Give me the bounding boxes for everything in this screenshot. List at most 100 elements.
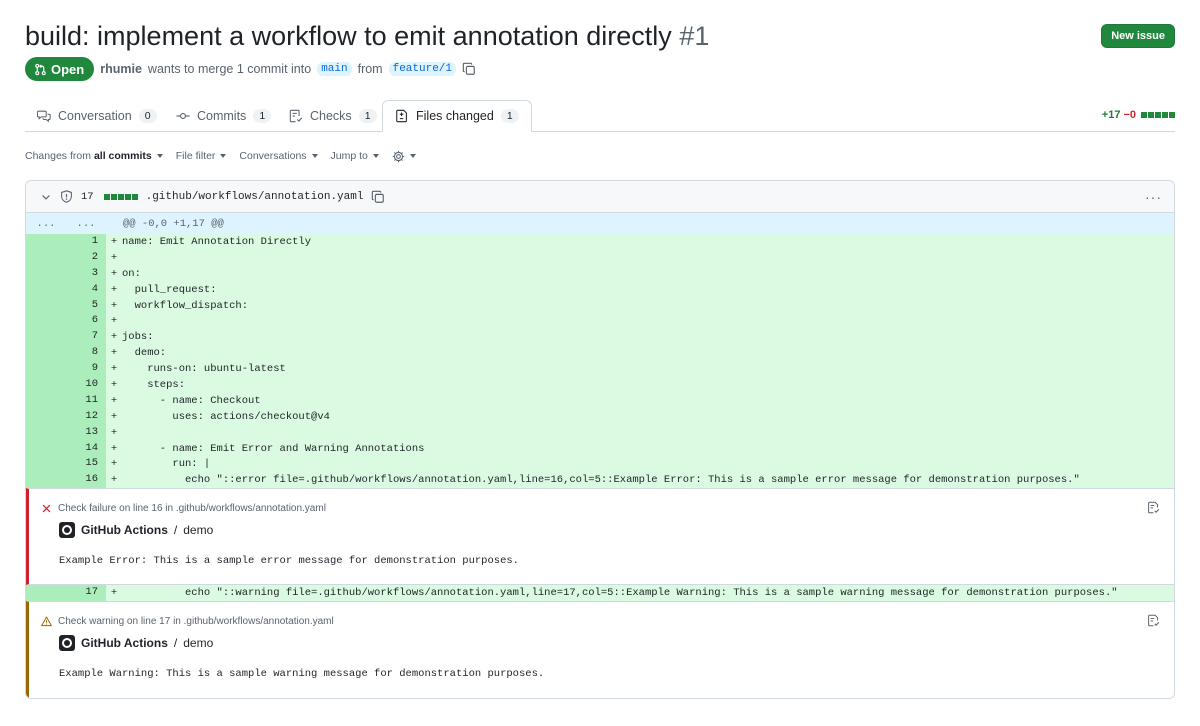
- copy-icon[interactable]: [462, 62, 476, 76]
- from-text: from: [357, 62, 383, 76]
- tab-counter: 1: [253, 109, 272, 123]
- caret-down-icon: [311, 154, 318, 158]
- tab-commits[interactable]: Commits 1: [164, 100, 283, 132]
- error-annotation: Check failure on line 16 in .github/work…: [26, 488, 1174, 586]
- caret-down-icon: [409, 154, 416, 158]
- comment-discussion-icon: [37, 110, 51, 123]
- new-line-number[interactable]: 7: [66, 329, 106, 346]
- code-content: runs-on: ubuntu-latest: [122, 363, 286, 376]
- code-content: demo:: [122, 347, 167, 360]
- diff-line: 14 + - name: Emit Error and Warning Annot…: [26, 440, 1174, 457]
- caret-down-icon: [372, 154, 379, 158]
- annotation-separator: /: [173, 523, 178, 538]
- kebab-horizontal-icon[interactable]: ···: [1145, 189, 1162, 205]
- new-line-number[interactable]: 2: [66, 249, 106, 266]
- new-line-number[interactable]: 1: [66, 234, 106, 250]
- new-line-number[interactable]: 11: [66, 392, 106, 409]
- copy-icon[interactable]: [371, 190, 385, 204]
- conversations-label: Conversations: [239, 150, 307, 162]
- new-line-number[interactable]: 12: [66, 408, 106, 425]
- diff-sign: +: [110, 587, 118, 600]
- new-issue-button[interactable]: New issue: [1101, 24, 1175, 48]
- chevron-down-icon[interactable]: [40, 191, 52, 203]
- diff-line: 9 + runs-on: ubuntu-latest: [26, 361, 1174, 378]
- annotation-source: GitHub Actions / demo: [59, 522, 213, 539]
- annotation-title: Check failure on line 16 in .github/work…: [41, 503, 326, 514]
- old-line-number: [26, 234, 66, 250]
- code-content: - name: Emit Error and Warning Annotatio…: [122, 442, 425, 455]
- diff-line: 5 + workflow_dispatch:: [26, 297, 1174, 314]
- conversations-dropdown[interactable]: Conversations: [239, 150, 318, 162]
- author-link[interactable]: rhumie: [100, 62, 142, 76]
- file-filter-dropdown[interactable]: File filter: [176, 150, 227, 162]
- new-line-number[interactable]: 4: [66, 281, 106, 298]
- annotation-source: GitHub Actions / demo: [59, 635, 213, 652]
- diff-sign: +: [110, 394, 118, 407]
- status-badge: Open: [25, 57, 95, 81]
- caret-down-icon: [220, 154, 227, 158]
- new-line-number[interactable]: 3: [66, 265, 106, 282]
- diff-sign: +: [110, 458, 118, 471]
- jump-to-dropdown[interactable]: Jump to: [331, 150, 379, 162]
- old-line-number: [26, 249, 66, 266]
- head-branch[interactable]: feature/1: [388, 62, 457, 76]
- new-line-number[interactable]: 9: [66, 361, 106, 378]
- new-line-number[interactable]: 15: [66, 456, 106, 473]
- tab-label: Checks: [310, 109, 352, 123]
- expand-up-button[interactable]: ...: [26, 218, 66, 230]
- old-line-number: [26, 329, 66, 346]
- diff-line: 15 + run: |: [26, 456, 1174, 473]
- expand-down-button[interactable]: ...: [66, 218, 106, 230]
- new-line-number[interactable]: 17: [66, 585, 106, 602]
- changes-from-label: Changes from: [25, 150, 91, 162]
- tab-conversation[interactable]: Conversation 0: [25, 100, 169, 132]
- diffstat-deletions: −0: [1123, 109, 1136, 121]
- base-branch[interactable]: main: [317, 62, 352, 76]
- code-content: run: |: [122, 458, 211, 471]
- diff-line: 6 +: [26, 313, 1174, 330]
- diff-settings-dropdown[interactable]: [392, 150, 416, 163]
- new-line-number[interactable]: 14: [66, 440, 106, 457]
- view-check-icon[interactable]: [1147, 501, 1160, 514]
- annotation-job[interactable]: demo: [183, 636, 213, 650]
- pr-number: #1: [679, 21, 710, 51]
- hunk-header: ... ... @@ -0,0 +1,17 @@: [26, 213, 1174, 234]
- new-line-number[interactable]: 10: [66, 377, 106, 393]
- tab-checks[interactable]: Checks 1: [277, 100, 389, 132]
- code-content: echo "::warning file=.github/workflows/a…: [122, 587, 1118, 600]
- github-actions-icon: [59, 635, 75, 652]
- diffstat: +17 −0: [1102, 109, 1175, 121]
- tab-counter: 1: [500, 109, 519, 123]
- new-line-number[interactable]: 6: [66, 313, 106, 330]
- view-check-icon[interactable]: [1147, 614, 1160, 627]
- changes-from-dropdown[interactable]: Changes from all commits: [25, 150, 163, 162]
- old-line-number: [26, 361, 66, 378]
- code-content: name: Emit Annotation Directly: [122, 235, 312, 248]
- new-line-number[interactable]: 13: [66, 424, 106, 441]
- new-line-number[interactable]: 8: [66, 345, 106, 362]
- new-line-number[interactable]: 16: [66, 472, 106, 489]
- file-header: 17 .github/workflows/annotation.yaml ···: [26, 181, 1174, 213]
- diff-sign: +: [110, 378, 118, 391]
- old-line-number: [26, 345, 66, 362]
- old-line-number: [26, 472, 66, 489]
- diff-toolbar: Changes from all commits File filter Con…: [25, 148, 429, 164]
- pr-tabs: Conversation 0 Commits 1 Checks 1 Files …: [25, 100, 1175, 132]
- diff-line: 7 + jobs:: [26, 329, 1174, 346]
- diff-sign: +: [110, 426, 118, 439]
- annotation-app[interactable]: GitHub Actions: [81, 523, 168, 537]
- annotation-title-text: Check warning on line 17 in .github/work…: [58, 616, 334, 628]
- diff-sign: +: [110, 315, 118, 328]
- diff-sign: +: [110, 331, 118, 344]
- jump-to-label: Jump to: [330, 150, 368, 162]
- new-line-number[interactable]: 5: [66, 297, 106, 314]
- old-line-number: [26, 424, 66, 441]
- annotation-app[interactable]: GitHub Actions: [81, 636, 168, 650]
- diff-sign: +: [110, 410, 118, 423]
- file-path[interactable]: .github/workflows/annotation.yaml: [146, 191, 364, 203]
- tab-files-changed[interactable]: Files changed 1: [382, 100, 532, 132]
- diff-line: 8 + demo:: [26, 345, 1174, 362]
- annotation-job[interactable]: demo: [183, 523, 213, 537]
- diff-line: 1 + name: Emit Annotation Directly: [26, 234, 1174, 250]
- diff-sign: +: [110, 442, 118, 455]
